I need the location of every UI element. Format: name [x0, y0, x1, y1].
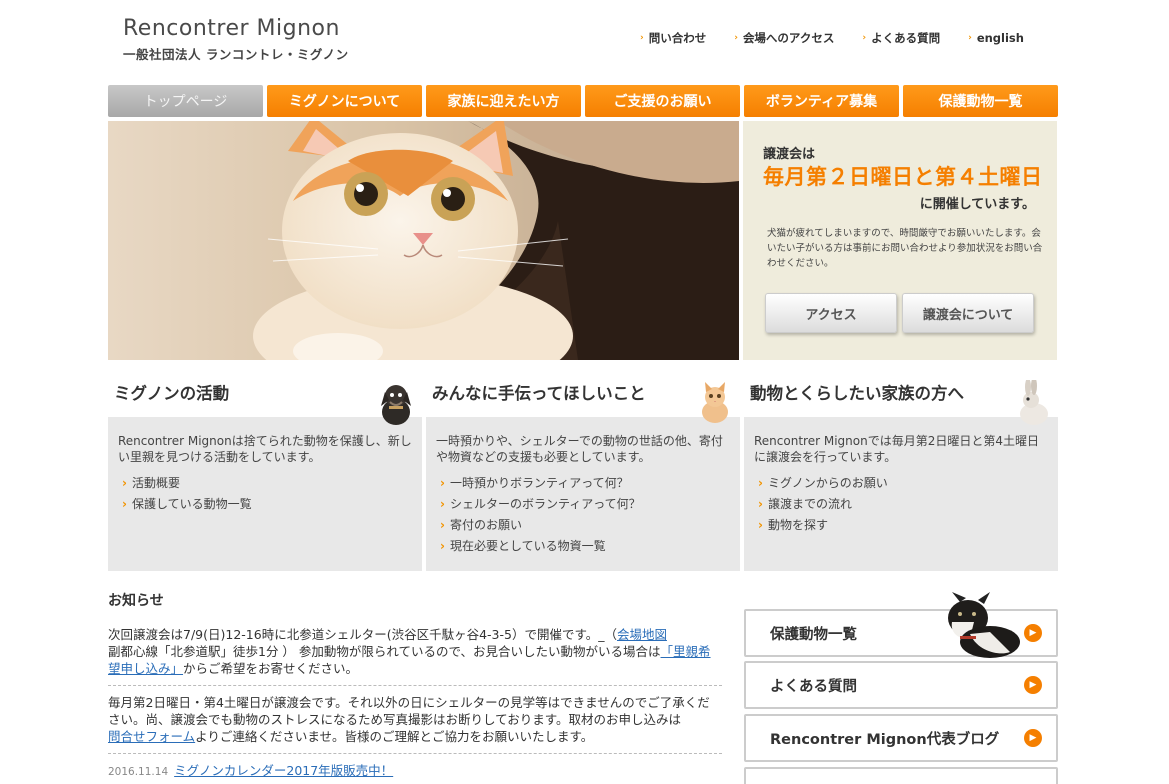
- top-links: › 問い合わせ › 会場へのアクセス › よくある質問 › english: [640, 30, 1024, 46]
- access-button[interactable]: アクセス: [765, 293, 897, 333]
- contact-form-link[interactable]: 問合せフォーム: [108, 729, 195, 744]
- news-section: お知らせ 次回譲渡会は7/9(日)12-16時に北参道シェルター(渋谷区千駄ヶ谷…: [108, 590, 722, 781]
- calendar-link[interactable]: ミグノンカレンダー2017年版販売中！: [174, 763, 393, 778]
- news-item: 2016.11.14 ミグノンカレンダー2017年版販売中！: [108, 762, 722, 781]
- tab-volunteer[interactable]: ボランティア募集: [744, 85, 899, 117]
- column-title: 動物とくらしたい家族の方へ: [744, 370, 1058, 425]
- dog-icon: [381, 385, 411, 425]
- event-schedule: 毎月第２日曜日と第４土曜日: [763, 165, 1043, 189]
- list-item[interactable]: 動物を探す: [754, 515, 1048, 536]
- column-box: Rencontrer Mignonは捨てられた動物を保護し、新しい里親を見つける…: [108, 417, 422, 571]
- venue-map-link[interactable]: 会場地図: [617, 627, 667, 642]
- column-description: Rencontrer Mignonは捨てられた動物を保護し、新しい里親を見つける…: [118, 434, 412, 464]
- event-held: に開催しています。: [919, 197, 1035, 212]
- arrow-icon: ›: [968, 33, 972, 43]
- news-title: お知らせ: [108, 593, 164, 609]
- list-item[interactable]: 譲渡までの流れ: [754, 494, 1048, 515]
- column-links: 活動概要 保護している動物一覧: [118, 473, 412, 515]
- logo-english: Rencontrer Mignon: [123, 16, 340, 41]
- arrow-circle-icon: ▶: [1024, 676, 1042, 694]
- column-links: 一時預かりボランティアって何？ シェルターのボランティアって何？ 寄付のお願い …: [436, 473, 730, 557]
- main-nav: トップページ ミグノンについて 家族に迎えたい方 ご支援のお願い ボランティア募…: [108, 85, 1058, 117]
- blog-button[interactable]: Rencontrer Mignon代表ブログ ▶: [744, 714, 1058, 762]
- event-note: 犬猫が疲れてしまいますので、時間厳守でお願いいたします。会いたい子がいる方は事前…: [767, 228, 1043, 269]
- contact-link[interactable]: › 問い合わせ: [640, 30, 706, 46]
- news-date: 2016.11.14: [108, 766, 169, 778]
- list-item[interactable]: 一時預かりボランティアって何？: [436, 473, 730, 494]
- arrow-icon: ›: [862, 33, 867, 43]
- arrow-circle-icon: ▶: [1024, 729, 1042, 747]
- tab-adopt[interactable]: 家族に迎えたい方: [426, 85, 581, 117]
- more-button[interactable]: [744, 767, 1058, 784]
- access-link[interactable]: › 会場へのアクセス: [734, 30, 834, 46]
- arrow-icon: ›: [640, 33, 644, 43]
- activity-column: ミグノンの活動 Rencontrer Mignonは捨てられた動物を保護し、新し…: [108, 370, 422, 571]
- help-column: みんなに手伝ってほしいこと 一時預かりや、シェルターでの動物の世話の他、寄付や物…: [426, 370, 740, 571]
- faq-button[interactable]: よくある質問 ▶: [744, 661, 1058, 709]
- column-links: ミグノンからのお願い 譲渡までの流れ 動物を探す: [754, 473, 1048, 536]
- dog-photo: [948, 592, 1020, 658]
- faq-link[interactable]: › よくある質問: [862, 30, 940, 46]
- list-item[interactable]: ミグノンからのお願い: [754, 473, 1048, 494]
- list-item[interactable]: 寄付のお願い: [436, 515, 730, 536]
- hero-kitten-photo: [108, 121, 739, 360]
- family-column: 動物とくらしたい家族の方へ Rencontrer Mignonでは毎月第2日曜日…: [744, 370, 1058, 571]
- list-item[interactable]: 現在必要としている物資一覧: [436, 536, 730, 557]
- column-title: みんなに手伝ってほしいこと: [426, 370, 740, 423]
- arrow-icon: ›: [734, 33, 738, 43]
- event-info-panel: 譲渡会は 毎月第２日曜日と第４土曜日 に開催しています。 犬猫が疲れてしまいます…: [743, 121, 1057, 360]
- event-intro: 譲渡会は: [763, 147, 816, 162]
- news-item: 次回譲渡会は7/9(日)12-16時に北参道シェルター(渋谷区千駄ヶ谷4-3-5…: [108, 626, 722, 686]
- arrow-circle-icon: ▶: [1024, 624, 1042, 642]
- tab-top[interactable]: トップページ: [108, 85, 263, 117]
- cat-icon: [702, 382, 728, 423]
- news-item: 毎月第2日曜日・第4土曜日が譲渡会です。それ以外の日にシェルターの見学等はできま…: [108, 694, 722, 754]
- list-item[interactable]: 保護している動物一覧: [118, 494, 412, 515]
- tab-about[interactable]: ミグノンについて: [267, 85, 422, 117]
- column-description: 一時預かりや、シェルターでの動物の世話の他、寄付や物資などの支援も必要としていま…: [436, 434, 723, 464]
- tab-support[interactable]: ご支援のお願い: [585, 85, 740, 117]
- column-title: ミグノンの活動: [108, 370, 422, 425]
- list-item[interactable]: シェルターのボランティアって何？: [436, 494, 730, 515]
- site-logo[interactable]: Rencontrer Mignon 一般社団法人 ランコントレ・ミグノン: [123, 16, 349, 63]
- list-item[interactable]: 活動概要: [118, 473, 412, 494]
- column-box: 一時預かりや、シェルターでの動物の世話の他、寄付や物資などの支援も必要としていま…: [426, 417, 740, 571]
- tab-animals[interactable]: 保護動物一覧: [903, 85, 1058, 117]
- adoption-event-button[interactable]: 譲渡会について: [902, 293, 1034, 333]
- column-description: Rencontrer Mignonでは毎月第2日曜日と第4土曜日に譲渡会を行って…: [754, 434, 1039, 464]
- column-box: Rencontrer Mignonでは毎月第2日曜日と第4土曜日に譲渡会を行って…: [744, 417, 1058, 571]
- english-link[interactable]: › english: [968, 30, 1024, 46]
- logo-japanese: 一般社団法人 ランコントレ・ミグノン: [123, 47, 349, 62]
- rabbit-icon: [1020, 380, 1048, 425]
